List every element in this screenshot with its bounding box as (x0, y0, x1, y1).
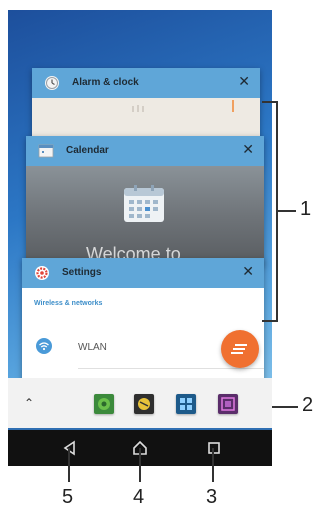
clear-all-button[interactable] (221, 330, 259, 368)
callout-line-4 (139, 448, 141, 482)
divider (78, 368, 264, 369)
card-header: Settings ✕ (22, 258, 264, 288)
callout-number-4: 4 (133, 486, 145, 508)
wifi-icon (36, 338, 52, 354)
callout-number-3: 3 (206, 486, 218, 508)
section-header: Wireless & networks (34, 300, 103, 307)
expand-chevron-icon[interactable]: ⌃ (24, 396, 34, 410)
card-title: Alarm & clock (72, 77, 139, 88)
calendar-icon (38, 144, 54, 158)
card-header: Alarm & clock ✕ (32, 68, 260, 98)
small-app-grid-icon[interactable] (176, 394, 196, 414)
settings-gear-icon (35, 266, 49, 280)
small-apps-bar: ⌃ (8, 378, 272, 428)
callout-number-2: 2 (302, 394, 314, 416)
recent-card-settings[interactable]: Settings ✕ Wireless & networks WLAN (22, 258, 264, 388)
callout-line-2 (272, 406, 298, 408)
accent-mark (232, 100, 234, 112)
small-app-screenshot-icon[interactable] (218, 394, 238, 414)
calendar-illustration-icon (124, 185, 164, 222)
back-icon[interactable] (60, 440, 80, 456)
clear-all-icon (231, 344, 247, 354)
alarm-clock-icon (45, 76, 59, 90)
callout-line-5 (68, 448, 70, 482)
small-app-calculator-icon[interactable] (94, 394, 114, 414)
callout-line-1 (276, 210, 296, 212)
callout-line-3 (212, 448, 214, 482)
card-title: Calendar (66, 145, 109, 156)
wlan-label: WLAN (78, 342, 107, 353)
callout-number-1: 1 (300, 198, 312, 220)
close-icon[interactable]: ✕ (238, 74, 250, 88)
card-preview: Welcome to (26, 166, 264, 266)
close-icon[interactable]: ✕ (242, 264, 254, 278)
small-app-timer-icon[interactable] (134, 394, 154, 414)
callout-number-5: 5 (62, 486, 74, 508)
recent-card-calendar[interactable]: Calendar ✕ Welcome to (26, 136, 264, 266)
card-title: Settings (62, 267, 102, 278)
recent-apps-icon[interactable] (204, 440, 224, 456)
phone-screen: Alarm & clock ✕ Calendar ✕ Welcome to Se… (8, 10, 272, 466)
callout-bracket-bottom (262, 320, 278, 322)
clock-ticks-icon (132, 105, 144, 112)
close-icon[interactable]: ✕ (242, 142, 254, 156)
card-header: Calendar ✕ (26, 136, 264, 166)
